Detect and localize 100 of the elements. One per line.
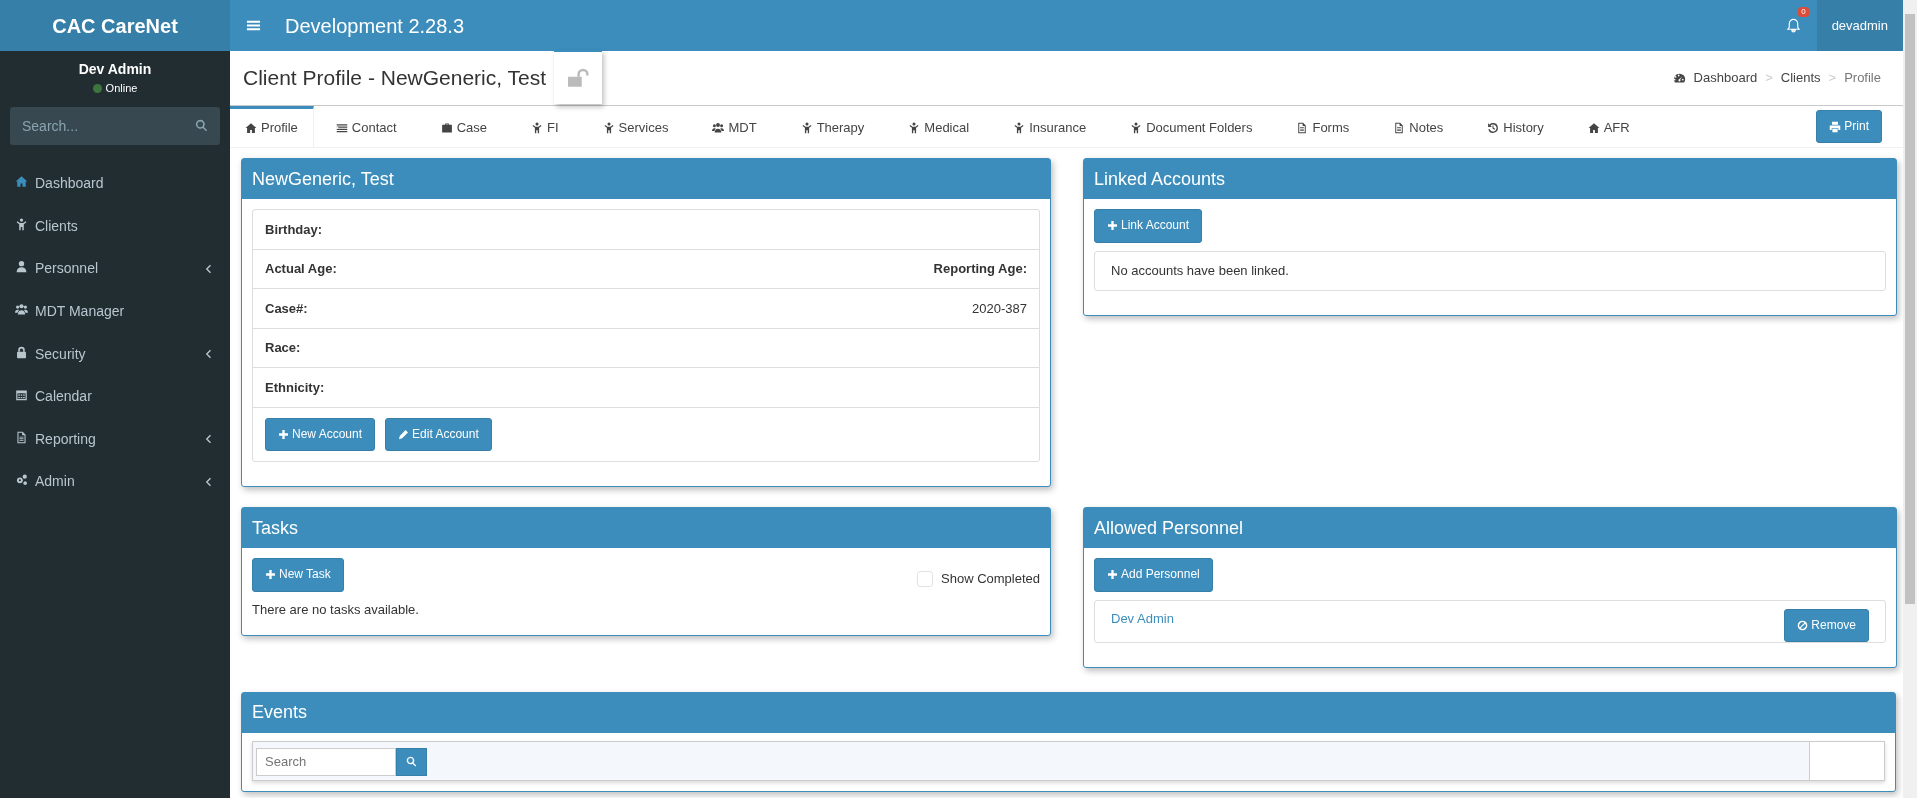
- breadcrumb-separator: >: [1828, 69, 1837, 88]
- remove-button[interactable]: Remove: [1784, 608, 1869, 643]
- tab[interactable]: Case: [418, 105, 510, 148]
- print-button[interactable]: Print: [1816, 109, 1882, 144]
- breadcrumb-link[interactable]: Dashboard: [1693, 68, 1758, 88]
- person-icon: [800, 122, 813, 134]
- sidebar-item[interactable]: Calendar: [0, 375, 230, 419]
- field-label: Birthday:: [265, 220, 323, 239]
- users-icon: [15, 303, 28, 317]
- checkbox-label: Show Completed: [941, 570, 1040, 589]
- tab[interactable]: Document Folders: [1108, 105, 1275, 148]
- card-title: Linked Accounts: [1094, 167, 1226, 191]
- sidebar-item-label: Security: [35, 344, 86, 364]
- card-title: Allowed Personnel: [1094, 516, 1244, 540]
- tab[interactable]: Medical: [886, 105, 992, 148]
- user-icon: [15, 260, 28, 274]
- dashboard-icon: [1672, 71, 1686, 85]
- menu-icon[interactable]: [246, 18, 261, 33]
- gears-icon: [15, 473, 28, 487]
- person-icon: [1130, 122, 1143, 134]
- person-icon: [15, 217, 28, 231]
- tab[interactable]: Therapy: [778, 105, 887, 148]
- sidebar-item-label: Dashboard: [35, 174, 104, 194]
- breadcrumb-link[interactable]: Clients: [1780, 68, 1821, 88]
- pencil-icon: [398, 428, 410, 440]
- tab[interactable]: MDT: [690, 105, 779, 148]
- tab[interactable]: Contact: [313, 105, 419, 148]
- sidebar-item-label: MDT Manager: [35, 302, 125, 322]
- checkbox[interactable]: [917, 570, 933, 587]
- sidebar-item-label: Admin: [35, 472, 75, 492]
- home-icon: [15, 175, 28, 189]
- tab[interactable]: Insurance: [991, 105, 1109, 148]
- home-icon: [245, 122, 257, 134]
- personnel-link[interactable]: Dev Admin: [1111, 608, 1174, 629]
- field-label: Case#:: [265, 299, 308, 318]
- field-label: Actual Age:: [265, 260, 337, 278]
- sidebar-item-label: Clients: [35, 216, 78, 236]
- breadcrumb-current: Profile: [1844, 69, 1881, 88]
- plus-icon: [1107, 220, 1118, 232]
- sidebar-item[interactable]: MDT Manager: [0, 290, 230, 333]
- tab[interactable]: FI: [509, 105, 581, 148]
- new-account-button[interactable]: New Account: [265, 417, 376, 452]
- card-title: NewGeneric, Test: [252, 167, 394, 191]
- empty-message: There are no tasks available.: [252, 600, 420, 619]
- plus-icon: [265, 569, 276, 581]
- tab[interactable]: History: [1465, 105, 1566, 148]
- field-label: Race:: [265, 339, 301, 357]
- search-icon: [406, 756, 417, 768]
- calendar-icon: [15, 388, 28, 402]
- field-label: Ethnicity:: [265, 378, 325, 397]
- page-title: Client Profile - NewGeneric, Test: [242, 65, 548, 92]
- person-icon: [531, 122, 544, 134]
- tab[interactable]: Services: [580, 105, 691, 148]
- add-personnel-button[interactable]: Add Personnel: [1094, 558, 1213, 592]
- bell-icon[interactable]: [1785, 18, 1801, 33]
- plus-icon: [1107, 569, 1118, 581]
- link-account-button[interactable]: Link Account: [1094, 209, 1203, 243]
- home-icon: [1587, 122, 1600, 134]
- briefcase-icon: [440, 122, 453, 134]
- list-icon: [335, 122, 348, 134]
- document-icon: [1393, 122, 1406, 134]
- history-icon: [1487, 122, 1500, 134]
- user-menu[interactable]: devadmin: [1816, 0, 1903, 51]
- document-icon: [1296, 122, 1309, 134]
- sidebar-item-label: Calendar: [35, 387, 92, 407]
- search-button[interactable]: [396, 747, 427, 776]
- notification-count: 0: [1798, 7, 1809, 17]
- user-status: Online: [105, 81, 138, 96]
- tab[interactable]: Forms: [1274, 105, 1372, 148]
- card-title: Events: [252, 701, 308, 725]
- breadcrumb-separator: >: [1765, 69, 1773, 88]
- scrollbar[interactable]: [1903, 0, 1917, 798]
- tab[interactable]: AFR: [1565, 105, 1652, 148]
- sidebar-item[interactable]: Security: [0, 332, 230, 376]
- lock-icon: [15, 345, 28, 359]
- app-version-title: Development 2.28.3: [285, 13, 464, 39]
- sidebar-item-label: Reporting: [35, 429, 96, 449]
- empty-message: No accounts have been linked.: [1111, 261, 1289, 280]
- person-icon: [602, 122, 615, 134]
- sidebar-item[interactable]: Personnel: [0, 247, 230, 291]
- user-name: Dev Admin: [77, 60, 153, 79]
- sidebar-item[interactable]: Dashboard: [0, 162, 230, 206]
- search-field[interactable]: Search: [256, 747, 396, 776]
- status-dot: [92, 83, 102, 93]
- search-icon[interactable]: [195, 118, 208, 132]
- sidebar-item[interactable]: Reporting: [0, 418, 230, 461]
- field-label: Reporting Age:: [933, 260, 1027, 278]
- edit-account-button[interactable]: Edit Account: [385, 417, 492, 452]
- person-icon: [1013, 122, 1026, 134]
- new-task-button[interactable]: New Task: [252, 558, 344, 592]
- plus-icon: [278, 428, 289, 440]
- field-value: 2020-387: [972, 299, 1027, 318]
- sidebar-item[interactable]: Admin: [0, 460, 230, 504]
- tab[interactable]: Profile: [230, 105, 314, 148]
- sidebar-item[interactable]: Clients: [0, 205, 230, 248]
- printer-icon: [1829, 120, 1842, 133]
- document-icon: [15, 430, 28, 444]
- sidebar-item-label: Personnel: [35, 259, 99, 279]
- tab[interactable]: Notes: [1371, 105, 1466, 148]
- search-field[interactable]: Search...: [10, 106, 220, 145]
